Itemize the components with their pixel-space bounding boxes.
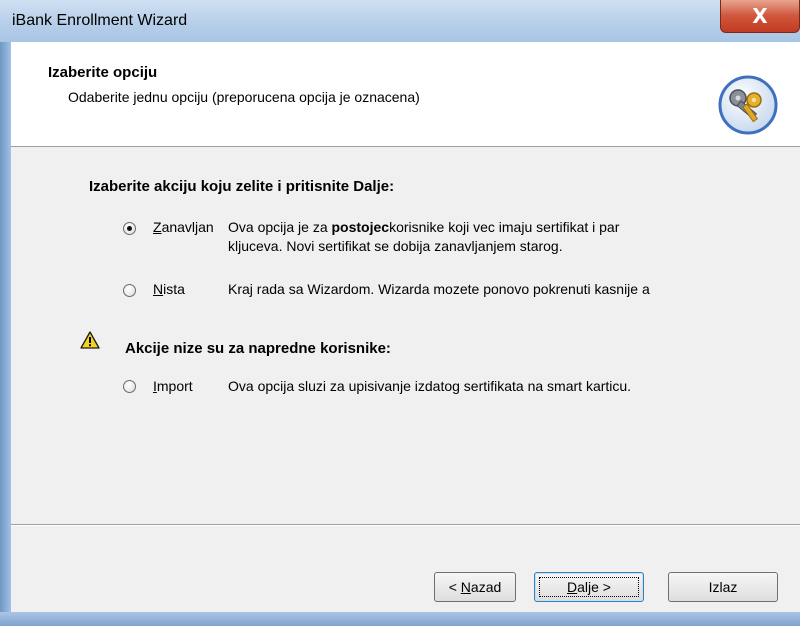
window-frame-bottom (0, 612, 800, 626)
radio-nista[interactable] (123, 284, 136, 297)
warning-icon (80, 331, 100, 349)
option-label-zanavljanje[interactable]: Zanavljan (153, 219, 214, 235)
back-button[interactable]: < Nazad (434, 572, 516, 602)
action-prompt: Izaberite akciju koju zelite i pritisnit… (89, 178, 395, 195)
wizard-header: Izaberite opciju Odaberite jednu opciju … (11, 42, 800, 147)
window-frame-left (0, 42, 11, 626)
page-title: Izaberite opciju (48, 64, 158, 81)
keys-icon (718, 75, 778, 135)
close-button[interactable]: X (720, 0, 800, 33)
focus-rect (539, 577, 639, 597)
exit-button[interactable]: Izlaz (668, 572, 778, 602)
next-button[interactable]: Dalje > (534, 572, 644, 602)
page-subtitle: Odaberite jednu opciju (preporucena opci… (68, 89, 420, 105)
title-bar[interactable]: iBank Enrollment Wizard X (0, 0, 800, 43)
option-desc-nista: Kraj rada sa Wizardom. Wizarda mozete po… (228, 281, 650, 297)
option-desc-import: Ova opcija sluzi za upisivanje izdatog s… (228, 378, 632, 394)
radio-import[interactable] (123, 380, 136, 393)
option-desc-zanavljanje: Ova opcija je za postojeckorisnike koji … (228, 219, 620, 235)
radio-zanavljanje[interactable] (123, 222, 136, 235)
close-icon: X (752, 4, 768, 28)
option-desc-zanavljanje-line2: kljuceva. Novi sertifikat se dobija zana… (228, 238, 563, 254)
option-label-nista[interactable]: Nista (153, 281, 185, 297)
window-title: iBank Enrollment Wizard (12, 12, 188, 29)
button-separator (11, 524, 800, 526)
wizard-client-area: Izaberite opciju Odaberite jednu opciju … (11, 42, 800, 612)
advanced-section-title: Akcije nize su za napredne korisnike: (125, 340, 391, 357)
option-label-import[interactable]: Import (153, 378, 193, 394)
